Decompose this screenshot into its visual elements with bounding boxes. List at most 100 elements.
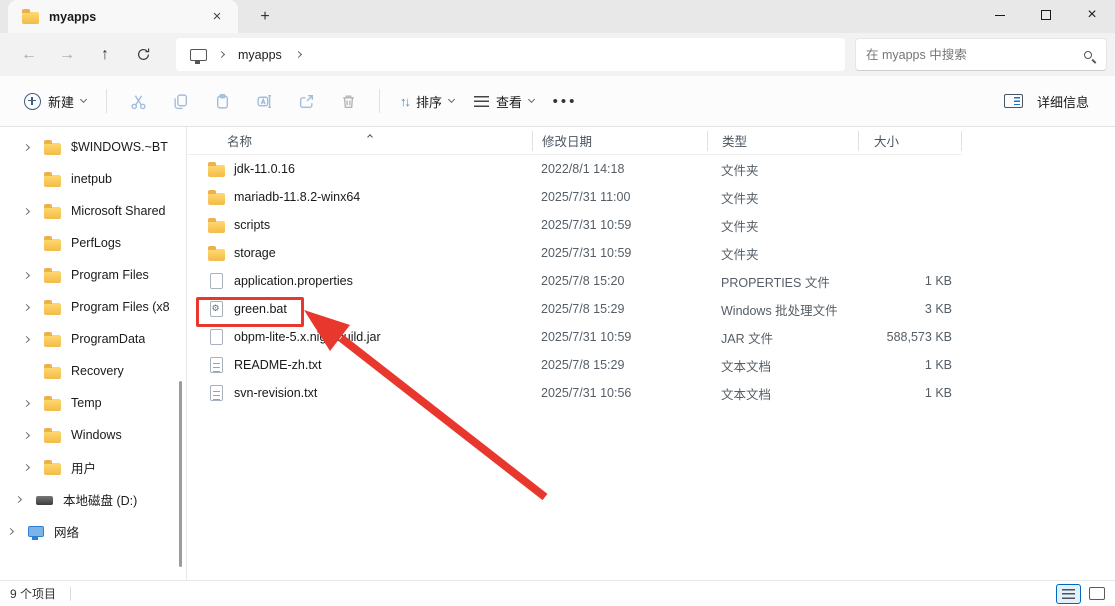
chevron-right-icon[interactable] bbox=[23, 143, 30, 150]
cut-button[interactable] bbox=[117, 83, 159, 119]
file-name: storage bbox=[234, 246, 276, 260]
chevron-right-icon[interactable] bbox=[295, 51, 302, 58]
close-button[interactable] bbox=[1069, 0, 1115, 30]
refresh-button[interactable] bbox=[124, 39, 162, 71]
file-date: 2022/8/1 14:18 bbox=[532, 162, 707, 176]
share-button[interactable] bbox=[285, 83, 327, 119]
chevron-right-icon[interactable] bbox=[7, 527, 14, 534]
view-icon bbox=[474, 96, 489, 107]
chevron-right-icon[interactable] bbox=[23, 335, 30, 342]
file-icon bbox=[207, 246, 225, 261]
breadcrumb-item-myapps[interactable]: myapps bbox=[238, 48, 282, 62]
tab-close-icon[interactable] bbox=[206, 6, 228, 28]
chevron-down-icon bbox=[448, 96, 455, 103]
sidebar-item--[interactable]: 用户 bbox=[0, 451, 186, 483]
explorer-body: $WINDOWS.~BT inetpub Microsoft Shared Pe… bbox=[0, 127, 1115, 580]
minimize-button[interactable] bbox=[977, 0, 1023, 30]
large-icons-view-toggle[interactable] bbox=[1089, 587, 1105, 600]
new-tab-button[interactable] bbox=[250, 4, 280, 30]
folder-icon bbox=[22, 12, 39, 24]
sidebar-item-recovery[interactable]: Recovery bbox=[0, 355, 186, 387]
details-pane-icon bbox=[1004, 94, 1023, 108]
table-row[interactable]: green.bat 2025/7/8 15:29 Windows 批处理文件 3… bbox=[187, 295, 1115, 323]
sidebar-item-programdata[interactable]: ProgramData bbox=[0, 323, 186, 355]
tab-myapps[interactable]: myapps bbox=[8, 0, 238, 33]
delete-button[interactable] bbox=[327, 83, 369, 119]
column-header-date[interactable]: 修改日期 bbox=[532, 131, 707, 151]
sort-button[interactable]: 排序 bbox=[390, 83, 464, 119]
copy-button[interactable] bbox=[159, 83, 201, 119]
forward-button[interactable] bbox=[48, 39, 86, 71]
table-row[interactable]: scripts 2025/7/31 10:59 文件夹 bbox=[187, 211, 1115, 239]
details-pane-button[interactable]: 详细信息 bbox=[994, 83, 1099, 119]
search-icon[interactable] bbox=[1084, 51, 1092, 59]
table-row[interactable]: application.properties 2025/7/8 15:20 PR… bbox=[187, 267, 1115, 295]
view-button[interactable]: 查看 bbox=[464, 83, 544, 119]
search-box[interactable] bbox=[855, 38, 1107, 71]
chevron-right-icon[interactable] bbox=[23, 207, 30, 214]
sidebar-item-label: PerfLogs bbox=[71, 236, 121, 250]
table-row[interactable]: README-zh.txt 2025/7/8 15:29 文本文档 1 KB bbox=[187, 351, 1115, 379]
sidebar-item-icon bbox=[44, 399, 61, 411]
sidebar-item-label: $WINDOWS.~BT bbox=[71, 140, 168, 154]
chevron-right-icon[interactable] bbox=[23, 463, 30, 470]
table-row[interactable]: svn-revision.txt 2025/7/31 10:56 文本文档 1 … bbox=[187, 379, 1115, 407]
maximize-button[interactable] bbox=[1023, 0, 1069, 30]
file-type: 文件夹 bbox=[707, 244, 858, 263]
chevron-right-icon[interactable] bbox=[23, 271, 30, 278]
sidebar-item-icon bbox=[44, 367, 61, 379]
file-name: README-zh.txt bbox=[234, 358, 322, 372]
paste-icon bbox=[214, 93, 231, 110]
more-button[interactable] bbox=[544, 83, 586, 119]
file-explorer-window: myapps myapps bbox=[0, 0, 1115, 606]
file-name: application.properties bbox=[234, 274, 353, 288]
sidebar-item-icon bbox=[28, 526, 44, 537]
back-button[interactable] bbox=[10, 39, 48, 71]
file-icon bbox=[207, 385, 225, 401]
sidebar-item-label: 网络 bbox=[54, 522, 79, 541]
column-header-type[interactable]: 类型 bbox=[707, 131, 858, 151]
chevron-right-icon[interactable] bbox=[23, 431, 30, 438]
file-date: 2025/7/31 10:59 bbox=[532, 246, 707, 260]
sidebar-item-microsoft-shared[interactable]: Microsoft Shared bbox=[0, 195, 186, 227]
file-date: 2025/7/31 10:56 bbox=[532, 386, 707, 400]
sidebar-item-program-files-x8[interactable]: Program Files (x8 bbox=[0, 291, 186, 323]
tab-title: myapps bbox=[49, 10, 206, 24]
sidebar-item-program-files[interactable]: Program Files bbox=[0, 259, 186, 291]
sidebar-item-perflogs[interactable]: PerfLogs bbox=[0, 227, 186, 259]
minimize-icon bbox=[995, 15, 1005, 16]
sidebar-item-label: 本地磁盘 (D:) bbox=[63, 490, 137, 509]
details-view-toggle[interactable] bbox=[1056, 584, 1081, 604]
file-icon bbox=[207, 357, 225, 373]
column-header-size[interactable]: 大小 bbox=[858, 131, 962, 151]
chevron-right-icon[interactable] bbox=[15, 495, 22, 502]
chevron-right-icon[interactable] bbox=[23, 399, 30, 406]
sidebar-scrollbar[interactable] bbox=[179, 381, 182, 567]
sidebar-item-inetpub[interactable]: inetpub bbox=[0, 163, 186, 195]
column-header-name[interactable]: 名称 bbox=[187, 131, 532, 151]
chevron-right-icon[interactable] bbox=[23, 303, 30, 310]
sidebar-item-temp[interactable]: Temp bbox=[0, 387, 186, 419]
search-input[interactable] bbox=[866, 48, 1084, 62]
table-row[interactable]: jdk-11.0.16 2022/8/1 14:18 文件夹 bbox=[187, 155, 1115, 183]
file-type: 文本文档 bbox=[707, 356, 858, 375]
chevron-down-icon bbox=[80, 96, 87, 103]
up-button[interactable] bbox=[86, 39, 124, 71]
sidebar-item-windows[interactable]: Windows bbox=[0, 419, 186, 451]
table-row[interactable]: mariadb-11.8.2-winx64 2025/7/31 11:00 文件… bbox=[187, 183, 1115, 211]
sidebar-item-label: Microsoft Shared bbox=[71, 204, 165, 218]
new-button[interactable]: 新建 bbox=[14, 83, 96, 119]
file-icon bbox=[207, 162, 225, 177]
table-row[interactable]: storage 2025/7/31 10:59 文件夹 bbox=[187, 239, 1115, 267]
sidebar-item--d-[interactable]: 本地磁盘 (D:) bbox=[0, 483, 186, 515]
file-size: 588,573 KB bbox=[858, 330, 962, 344]
rename-button[interactable] bbox=[243, 83, 285, 119]
details-pane-label: 详细信息 bbox=[1037, 92, 1089, 111]
sidebar-item--windows-bt[interactable]: $WINDOWS.~BT bbox=[0, 131, 186, 163]
chevron-right-icon[interactable] bbox=[218, 51, 225, 58]
paste-button[interactable] bbox=[201, 83, 243, 119]
breadcrumb[interactable]: myapps bbox=[176, 38, 845, 71]
table-row[interactable]: obpm-lite-5.x.nightbuild.jar 2025/7/31 1… bbox=[187, 323, 1115, 351]
rename-icon bbox=[256, 93, 273, 110]
sidebar-item--[interactable]: 网络 bbox=[0, 515, 186, 547]
